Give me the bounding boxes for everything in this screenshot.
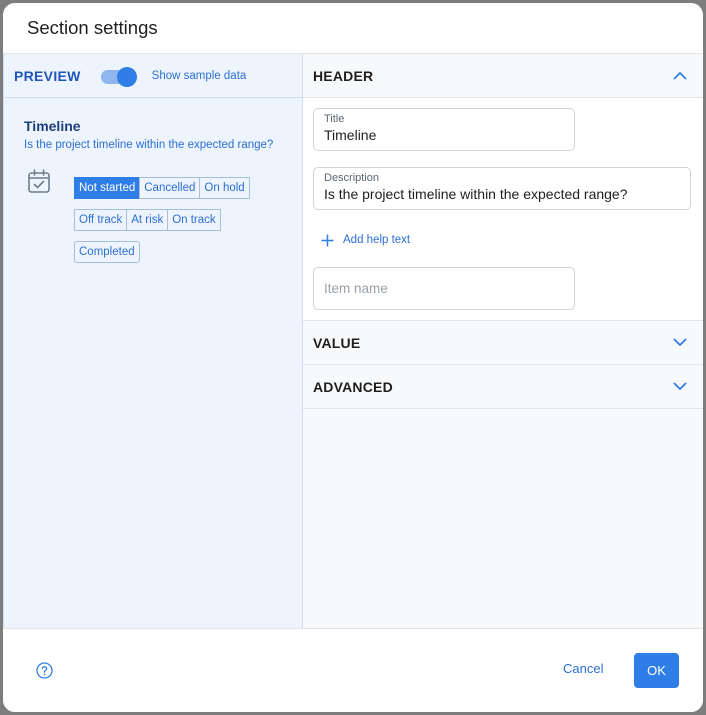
chip-off-track[interactable]: Off track xyxy=(74,209,128,231)
plus-icon xyxy=(321,234,334,246)
cancel-button[interactable]: Cancel xyxy=(563,661,603,676)
ok-button[interactable]: OK xyxy=(634,653,679,688)
description-field-value[interactable]: Is the project timeline within the expec… xyxy=(324,186,680,202)
value-section-label: VALUE xyxy=(313,334,361,351)
help-circle-icon[interactable] xyxy=(36,662,53,679)
header-section-toggle[interactable]: HEADER xyxy=(303,54,703,98)
chevron-down-icon xyxy=(673,338,687,346)
dialog-body: PREVIEW Show sample data Timeline Is the… xyxy=(3,54,703,628)
chevron-down-icon xyxy=(673,382,687,390)
card-title: Timeline xyxy=(24,118,81,134)
header-section-body: Title Timeline Description Is the projec… xyxy=(303,98,703,321)
add-help-text-button[interactable]: Add help text xyxy=(321,230,693,250)
calendar-check-icon xyxy=(28,169,50,193)
item-name-input[interactable] xyxy=(313,267,575,310)
preview-bar: PREVIEW Show sample data xyxy=(4,54,302,98)
preview-card: Timeline Is the project timeline within … xyxy=(4,98,302,273)
chip-not-started[interactable]: Not started xyxy=(74,177,141,199)
chip-on-track[interactable]: On track xyxy=(167,209,221,231)
chip-at-risk[interactable]: At risk xyxy=(126,209,169,231)
title-field-label: Title xyxy=(324,113,345,125)
advanced-section-label: ADVANCED xyxy=(313,378,393,395)
add-help-text-label: Add help text xyxy=(343,234,411,246)
status-chips: Not started Cancelled On hold Off track … xyxy=(74,177,274,273)
preview-label: PREVIEW xyxy=(14,67,81,84)
section-settings-dialog: Section settings PREVIEW Show sample dat… xyxy=(3,3,703,712)
header-section-label: HEADER xyxy=(313,67,374,84)
dialog-title: Section settings xyxy=(27,17,158,38)
chip-cancelled[interactable]: Cancelled xyxy=(139,177,201,199)
chip-row: Not started Cancelled On hold xyxy=(74,177,274,199)
card-description: Is the project timeline within the expec… xyxy=(24,139,274,151)
chevron-up-icon xyxy=(673,72,687,80)
card-body: Not started Cancelled On hold Off track … xyxy=(24,164,302,273)
description-field-label: Description xyxy=(324,172,380,184)
dialog-header: Section settings xyxy=(3,3,703,54)
show-sample-data-toggle[interactable] xyxy=(100,66,137,87)
value-section-toggle[interactable]: VALUE xyxy=(303,321,703,365)
title-field[interactable]: Title Timeline xyxy=(313,108,575,151)
description-field[interactable]: Description Is the project timeline with… xyxy=(313,167,691,210)
chip-completed[interactable]: Completed xyxy=(74,241,140,263)
advanced-section-toggle[interactable]: ADVANCED xyxy=(303,365,703,409)
title-field-value[interactable]: Timeline xyxy=(324,127,564,143)
chip-row: Completed xyxy=(74,241,274,263)
preview-pane: PREVIEW Show sample data Timeline Is the… xyxy=(3,54,303,628)
settings-pane: HEADER Title Timeline Description Is the… xyxy=(303,54,703,628)
dialog-footer: Cancel OK xyxy=(3,628,703,712)
toggle-knob xyxy=(116,66,137,87)
show-sample-data-label[interactable]: Show sample data xyxy=(152,70,247,82)
chip-on-hold[interactable]: On hold xyxy=(199,177,250,199)
chip-row: Off track At risk On track xyxy=(74,209,274,231)
